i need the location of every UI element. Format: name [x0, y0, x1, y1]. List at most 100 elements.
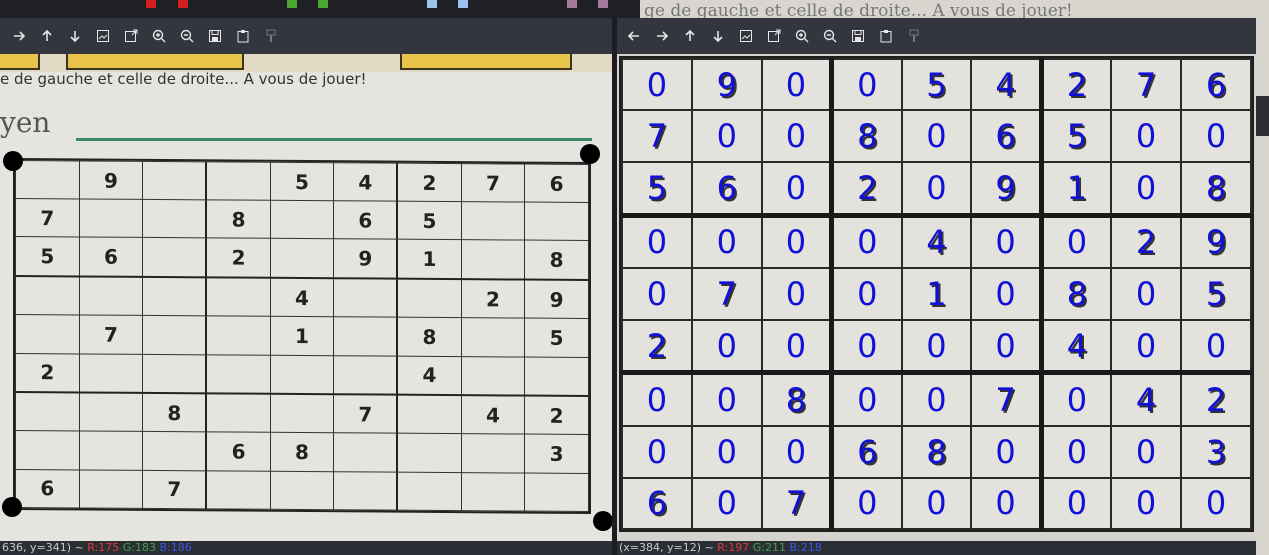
cell-digit: 6 [995, 117, 1016, 156]
grid-cell: 0 [690, 370, 763, 428]
grid-cell: 6 [829, 425, 903, 479]
cell-digit: 0 [1135, 484, 1157, 523]
arrow-up-button[interactable] [36, 25, 58, 47]
right-image-window[interactable]: 0900542767008065005602091080000400290700… [617, 18, 1256, 555]
grid-cell [15, 430, 80, 470]
grid-cell: 7 [79, 315, 143, 354]
cell-digit: 0 [857, 65, 878, 104]
grid-cell: 0 [900, 476, 973, 531]
save-button[interactable] [847, 25, 869, 47]
cell-digit: 7 [646, 117, 668, 156]
grid-cell [333, 355, 398, 395]
arrow-left-button[interactable] [623, 25, 645, 47]
grid-cell [142, 237, 207, 278]
cell-digit: 0 [857, 381, 878, 420]
cell-digit: 0 [1066, 223, 1088, 262]
grid-cell [142, 353, 207, 394]
clipboard-button[interactable] [875, 25, 897, 47]
cell-digit: 0 [926, 381, 947, 420]
cell-digit: 6 [358, 208, 373, 233]
grid-row: 67 [15, 469, 589, 512]
cell-digit: 2 [1066, 65, 1088, 104]
status-blue: B:218 [789, 541, 822, 554]
cell-digit: 2 [422, 170, 437, 195]
brush-button[interactable] [260, 25, 282, 47]
grid-cell: 0 [829, 318, 903, 374]
cell-digit: 5 [646, 168, 668, 207]
zoom-out-button[interactable] [176, 25, 198, 47]
clipboard-button[interactable] [232, 25, 254, 47]
right-image-view[interactable]: 0900542767008065005602091080000400290700… [617, 54, 1256, 541]
grid-cell: 4 [397, 355, 462, 396]
grid-cell: 0 [621, 370, 693, 428]
zoom-out-button[interactable] [819, 25, 841, 47]
grid-cell [79, 392, 143, 432]
arrow-down-icon [713, 31, 723, 43]
grid-cell: 5 [1038, 109, 1113, 163]
brush-button[interactable] [903, 25, 925, 47]
image-button[interactable] [92, 25, 114, 47]
arrow-up-icon [685, 29, 695, 41]
grid-cell: 8 [206, 200, 271, 239]
image-button[interactable] [735, 25, 757, 47]
arrow-left-icon [627, 31, 639, 41]
zoom-in-icon [152, 29, 166, 43]
grid-cell [206, 354, 271, 394]
arrow-right-button[interactable] [651, 25, 673, 47]
corner-handle-bottom-right[interactable] [593, 511, 612, 531]
grid-cell: 3 [1180, 425, 1252, 479]
cell-digit: 1 [926, 274, 947, 313]
grid-cell [142, 276, 207, 317]
image-export-button[interactable] [763, 25, 785, 47]
grid-row: 4 2 9 [15, 275, 589, 319]
status-green: G:211 [752, 541, 786, 554]
zoom-in-button[interactable] [148, 25, 170, 47]
corner-handle-top-right[interactable] [580, 144, 600, 164]
grid-cell [15, 275, 80, 316]
grid-cell [333, 471, 398, 511]
cell-digit: 0 [1135, 117, 1157, 156]
color-swatch [427, 0, 437, 8]
grid-cell: 8 [900, 425, 973, 479]
grid-cell: 2 [1038, 57, 1113, 112]
grid-cell: 0 [760, 109, 833, 163]
cell-digit: 2 [231, 245, 246, 270]
grid-cell: 0 [829, 57, 903, 112]
arrow-right-button[interactable] [8, 25, 30, 47]
grid-cell: 0 [760, 267, 833, 321]
cell-digit: 7 [716, 274, 737, 313]
grid-cell: 0 [760, 212, 833, 270]
zoom-out-icon [823, 29, 837, 43]
grid-row: 8 7 4 2 [15, 392, 589, 435]
grid-cell: 5 [900, 57, 973, 112]
left-image-window[interactable]: e de gauche et celle de droite... A vous… [0, 18, 612, 555]
grid-cell [524, 356, 589, 397]
arrow-down-button[interactable] [707, 25, 729, 47]
grid-cell [142, 431, 207, 471]
arrow-up-button[interactable] [679, 25, 701, 47]
status-blue: B:186 [159, 541, 192, 554]
cell-digit: 6 [104, 244, 118, 269]
arrow-down-button[interactable] [64, 25, 86, 47]
grid-cell: 1 [1038, 160, 1113, 217]
cell-digit: 0 [1205, 484, 1227, 523]
zoom-in-button[interactable] [791, 25, 813, 47]
corner-handle-top-left[interactable] [3, 151, 23, 171]
save-button[interactable] [204, 25, 226, 47]
image-export-button[interactable] [120, 25, 142, 47]
grid-cell: 0 [621, 57, 693, 112]
corner-handle-bottom-left[interactable] [2, 497, 22, 517]
cell-digit: 5 [294, 169, 309, 194]
grid-cell [206, 161, 271, 201]
grid-cell: 6 [333, 200, 398, 240]
left-image-view[interactable]: e de gauche et celle de droite... A vous… [0, 54, 612, 541]
grid-cell: 7 [621, 109, 693, 163]
cell-digit: 0 [995, 223, 1016, 262]
cell-digit: 0 [646, 274, 668, 313]
cell-digit: 0 [646, 381, 668, 420]
cell-digit: 4 [485, 403, 500, 428]
grid-cell: 0 [690, 476, 763, 531]
grid-cell: 7 [1110, 57, 1182, 112]
arrow-right-icon [14, 31, 26, 41]
grid-cell: 0 [621, 212, 693, 270]
